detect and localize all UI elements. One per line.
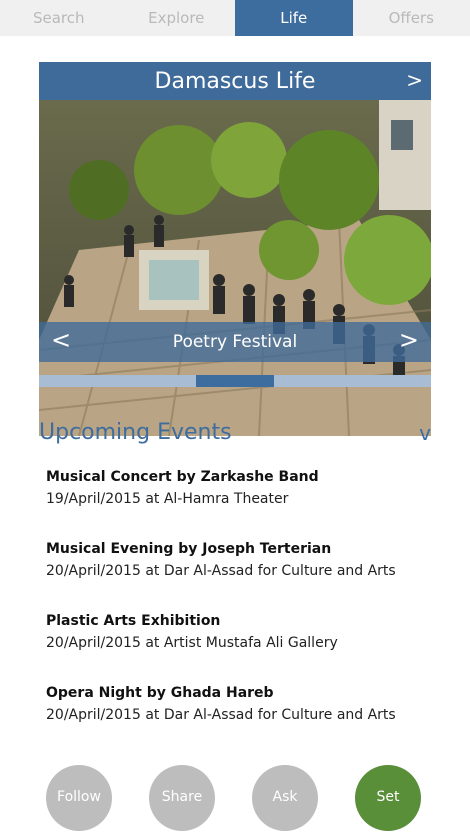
top-tab-bar: Search Explore Life Offers xyxy=(0,0,470,36)
list-item[interactable]: Opera Night by Ghada Hareb 20/April/2015… xyxy=(46,682,446,754)
share-button[interactable]: Share xyxy=(149,765,215,831)
event-title: Musical Concert by Zarkashe Band xyxy=(46,466,446,488)
action-bar: Follow Share Ask Set xyxy=(0,765,470,835)
chevron-right-icon[interactable]: > xyxy=(399,326,419,354)
featured-title: Damascus Life xyxy=(155,69,316,94)
slide-pager[interactable] xyxy=(39,375,431,387)
tab-life[interactable]: Life xyxy=(235,0,353,36)
chevron-down-icon[interactable]: v xyxy=(419,421,431,445)
tab-explore[interactable]: Explore xyxy=(118,0,236,36)
section-title-upcoming: Upcoming Events xyxy=(39,420,431,445)
featured-caption: Poetry Festival xyxy=(173,332,297,352)
event-detail: 19/April/2015 at Al-Hamra Theater xyxy=(46,488,446,510)
follow-button[interactable]: Follow xyxy=(46,765,112,831)
set-button[interactable]: Set xyxy=(355,765,421,831)
list-item[interactable]: Musical Evening by Joseph Terterian 20/A… xyxy=(46,538,446,610)
header-next-icon[interactable]: > xyxy=(406,68,423,92)
event-title: Plastic Arts Exhibition xyxy=(46,610,446,632)
list-item[interactable]: Musical Concert by Zarkashe Band 19/Apri… xyxy=(46,466,446,538)
featured-header[interactable]: Damascus Life > xyxy=(39,62,431,100)
list-item[interactable]: Plastic Arts Exhibition 20/April/2015 at… xyxy=(46,610,446,682)
ask-button[interactable]: Ask xyxy=(252,765,318,831)
event-title: Musical Evening by Joseph Terterian xyxy=(46,538,446,560)
events-list: Musical Concert by Zarkashe Band 19/Apri… xyxy=(46,466,446,754)
tab-offers[interactable]: Offers xyxy=(353,0,470,36)
featured-card: Damascus Life > xyxy=(39,62,431,387)
event-detail: 20/April/2015 at Artist Mustafa Ali Gall… xyxy=(46,632,446,654)
event-detail: 20/April/2015 at Dar Al-Assad for Cultur… xyxy=(46,560,446,582)
pager-active-indicator xyxy=(196,375,274,387)
event-detail: 20/April/2015 at Dar Al-Assad for Cultur… xyxy=(46,704,446,726)
event-title: Opera Night by Ghada Hareb xyxy=(46,682,446,704)
tab-search[interactable]: Search xyxy=(0,0,118,36)
featured-caption-bar: < Poetry Festival > xyxy=(39,322,431,362)
chevron-left-icon[interactable]: < xyxy=(51,326,71,354)
